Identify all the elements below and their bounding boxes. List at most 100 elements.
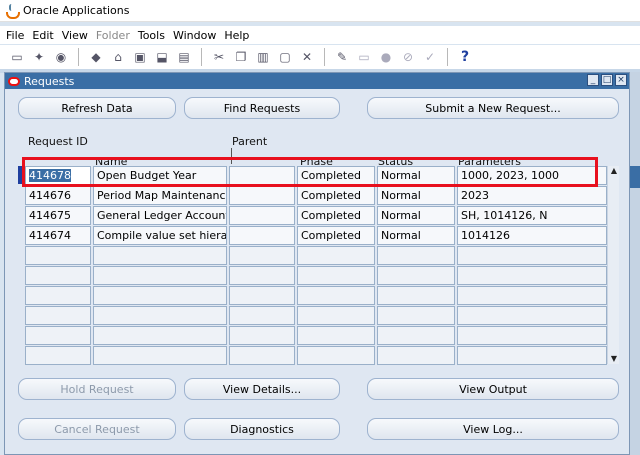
cell-name[interactable]: Open Budget Year xyxy=(93,166,227,185)
clear-field-icon[interactable]: ▢ xyxy=(276,48,294,66)
empty-cell[interactable] xyxy=(25,286,91,305)
table-row[interactable]: 414676 Period Map Maintenance P Complete… xyxy=(18,186,609,206)
scroll-down-icon[interactable]: ▼ xyxy=(608,354,620,364)
cell-name[interactable]: Period Map Maintenance P xyxy=(93,186,227,205)
copy-icon[interactable]: ❐ xyxy=(232,48,250,66)
hold-request-button[interactable]: Hold Request xyxy=(18,378,176,400)
cell-phase[interactable]: Completed xyxy=(297,226,375,245)
clear-icon[interactable]: ⬓ xyxy=(153,48,171,66)
empty-cell[interactable] xyxy=(377,246,455,265)
empty-cell[interactable] xyxy=(93,246,227,265)
empty-cell[interactable] xyxy=(377,306,455,325)
menu-tools[interactable]: Tools xyxy=(138,29,165,42)
cell-name[interactable]: Compile value set hierarchi xyxy=(93,226,227,245)
maximize-icon[interactable]: □ xyxy=(601,74,613,86)
empty-cell[interactable] xyxy=(229,266,295,285)
table-row[interactable]: 414674 Compile value set hierarchi Compl… xyxy=(18,226,609,246)
menu-view[interactable]: View xyxy=(62,29,88,42)
empty-cell[interactable] xyxy=(93,266,227,285)
next-step-icon[interactable]: ⌂ xyxy=(109,48,127,66)
table-row[interactable]: 414678 Open Budget Year Completed Normal… xyxy=(18,166,609,186)
zoom-icon[interactable]: ● xyxy=(377,48,395,66)
cell-parameters[interactable]: SH, 1014126, N xyxy=(457,206,607,225)
menu-help[interactable]: Help xyxy=(224,29,249,42)
empty-cell[interactable] xyxy=(297,306,375,325)
translations-icon[interactable]: ▭ xyxy=(355,48,373,66)
cell-parent[interactable] xyxy=(229,186,295,205)
empty-cell[interactable] xyxy=(93,346,227,365)
empty-cell[interactable] xyxy=(93,306,227,325)
cell-parent[interactable] xyxy=(229,206,295,225)
table-row-empty[interactable] xyxy=(18,286,609,306)
empty-cell[interactable] xyxy=(377,346,455,365)
view-details-button[interactable]: View Details... xyxy=(184,378,340,400)
folder-icon[interactable]: ▤ xyxy=(175,48,193,66)
folder-tools-icon[interactable]: ✓ xyxy=(421,48,439,66)
cell-status[interactable]: Normal xyxy=(377,186,455,205)
cell-phase[interactable]: Completed xyxy=(297,186,375,205)
save-icon[interactable]: ◆ xyxy=(87,48,105,66)
cell-request-id[interactable]: 414678 xyxy=(25,166,91,185)
cancel-request-button[interactable]: Cancel Request xyxy=(18,418,176,440)
empty-cell[interactable] xyxy=(229,286,295,305)
view-output-button[interactable]: View Output xyxy=(367,378,619,400)
table-row-empty[interactable] xyxy=(18,306,609,326)
cut-icon[interactable]: ✂ xyxy=(210,48,228,66)
empty-cell[interactable] xyxy=(457,306,607,325)
scroll-up-icon[interactable]: ▲ xyxy=(608,166,620,176)
minimize-icon[interactable]: _ xyxy=(587,74,599,86)
close-icon[interactable]: × xyxy=(615,74,627,86)
table-row-empty[interactable] xyxy=(18,246,609,266)
empty-cell[interactable] xyxy=(229,346,295,365)
menu-folder[interactable]: Folder xyxy=(96,29,130,42)
cell-request-id[interactable]: 414674 xyxy=(25,226,91,245)
empty-cell[interactable] xyxy=(377,286,455,305)
empty-cell[interactable] xyxy=(297,286,375,305)
empty-cell[interactable] xyxy=(377,326,455,345)
find-requests-button[interactable]: Find Requests xyxy=(184,97,340,119)
empty-cell[interactable] xyxy=(457,246,607,265)
table-row[interactable]: 414675 General Ledger Accounting Complet… xyxy=(18,206,609,226)
navigator-icon[interactable]: ◉ xyxy=(52,48,70,66)
cell-phase[interactable]: Completed xyxy=(297,206,375,225)
cell-parameters[interactable]: 1000, 2023, 1000 xyxy=(457,166,607,185)
empty-cell[interactable] xyxy=(25,266,91,285)
cell-status[interactable]: Normal xyxy=(377,166,455,185)
flashlight-icon[interactable]: ✦ xyxy=(30,48,48,66)
empty-cell[interactable] xyxy=(25,306,91,325)
table-row-empty[interactable] xyxy=(18,326,609,346)
cell-phase[interactable]: Completed xyxy=(297,166,375,185)
menu-file[interactable]: File xyxy=(6,29,24,42)
view-log-button[interactable]: View Log... xyxy=(367,418,619,440)
delete-record-icon[interactable]: ✕ xyxy=(298,48,316,66)
empty-cell[interactable] xyxy=(25,346,91,365)
empty-cell[interactable] xyxy=(297,346,375,365)
cell-request-id[interactable]: 414675 xyxy=(25,206,91,225)
empty-cell[interactable] xyxy=(229,246,295,265)
empty-cell[interactable] xyxy=(457,266,607,285)
cell-parameters[interactable]: 2023 xyxy=(457,186,607,205)
menu-window[interactable]: Window xyxy=(173,29,216,42)
empty-cell[interactable] xyxy=(25,246,91,265)
empty-cell[interactable] xyxy=(377,266,455,285)
empty-cell[interactable] xyxy=(25,326,91,345)
help-icon[interactable]: ? xyxy=(456,48,474,66)
table-row-empty[interactable] xyxy=(18,346,609,366)
empty-cell[interactable] xyxy=(457,326,607,345)
cell-parent[interactable] xyxy=(229,166,295,185)
empty-cell[interactable] xyxy=(297,266,375,285)
empty-cell[interactable] xyxy=(229,306,295,325)
paste-icon[interactable]: ▥ xyxy=(254,48,272,66)
cell-parameters[interactable]: 1014126 xyxy=(457,226,607,245)
refresh-data-button[interactable]: Refresh Data xyxy=(18,97,176,119)
print-icon[interactable]: ▣ xyxy=(131,48,149,66)
submit-new-request-button[interactable]: Submit a New Request... xyxy=(367,97,619,119)
open-icon[interactable]: ▭ xyxy=(8,48,26,66)
attach-icon[interactable]: ⊘ xyxy=(399,48,417,66)
cell-parent[interactable] xyxy=(229,226,295,245)
empty-cell[interactable] xyxy=(93,286,227,305)
empty-cell[interactable] xyxy=(297,246,375,265)
empty-cell[interactable] xyxy=(457,346,607,365)
cell-status[interactable]: Normal xyxy=(377,206,455,225)
diagnostics-button[interactable]: Diagnostics xyxy=(184,418,340,440)
